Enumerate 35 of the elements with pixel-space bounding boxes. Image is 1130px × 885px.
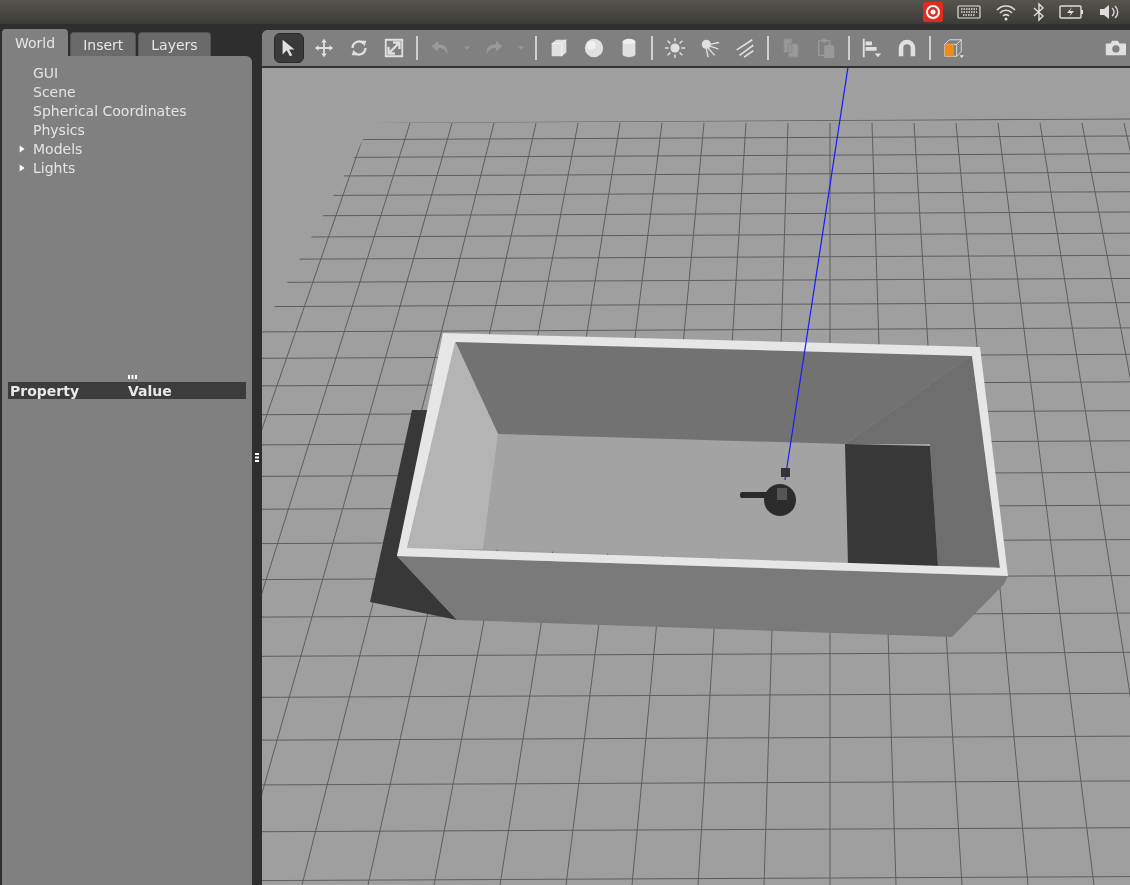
tree-item[interactable]: GUI xyxy=(33,64,59,81)
sun-icon xyxy=(664,37,686,59)
wifi-icon[interactable] xyxy=(995,2,1017,22)
tab[interactable]: Insert xyxy=(70,32,137,56)
tab[interactable]: Layers xyxy=(138,32,211,56)
expand-arrow-icon[interactable] xyxy=(19,143,26,154)
spotlight-icon xyxy=(699,37,721,59)
sphere-icon xyxy=(583,37,605,59)
tree-item[interactable]: Physics xyxy=(33,121,85,138)
column-header: Value xyxy=(128,382,172,399)
grip-icon[interactable] xyxy=(127,375,137,379)
view-cube-icon xyxy=(942,37,964,59)
speaker-icon[interactable] xyxy=(1098,2,1120,22)
tree-item[interactable]: Lights xyxy=(33,159,76,176)
align-icon xyxy=(861,37,883,59)
tree-item[interactable]: Models xyxy=(33,140,83,157)
caret-icon xyxy=(463,45,471,51)
battery-icon[interactable] xyxy=(1059,2,1084,22)
scale-icon xyxy=(383,37,405,59)
caret-icon xyxy=(517,45,525,51)
expand-arrow-icon[interactable] xyxy=(19,162,26,173)
splitter-handle-icon[interactable] xyxy=(255,453,259,462)
parallel-arrows-icon xyxy=(734,37,756,59)
keyboard-icon[interactable] xyxy=(957,2,981,22)
tree-item[interactable]: Spherical Coordinates xyxy=(33,102,187,119)
bluetooth-icon[interactable] xyxy=(1031,2,1045,22)
column-header: Property xyxy=(9,382,81,399)
clipboard-icon xyxy=(815,37,837,59)
magnet-icon xyxy=(896,37,918,59)
copy-icon xyxy=(780,37,802,59)
select-tool-button[interactable] xyxy=(274,33,304,63)
move-icon xyxy=(313,37,335,59)
robot-drawing xyxy=(740,468,796,516)
tree-item[interactable]: Scene xyxy=(33,83,76,100)
tab[interactable]: World xyxy=(2,29,69,56)
